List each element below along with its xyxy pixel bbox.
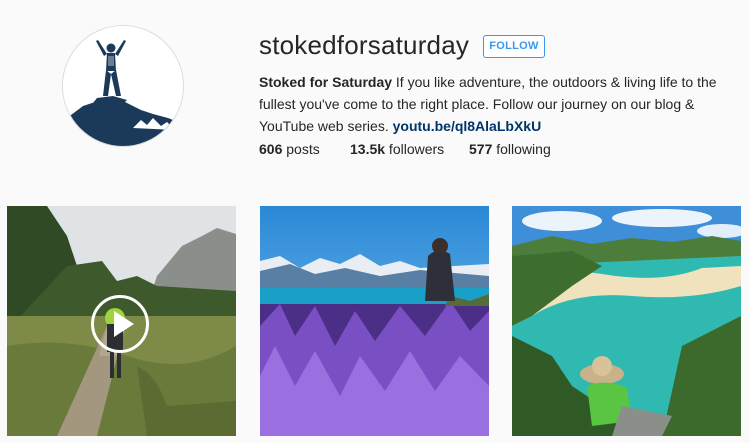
stat-followers[interactable]: 13.5k followers [350,141,444,157]
bio-name: Stoked for Saturday [259,74,393,90]
following-label: following [492,141,551,157]
post-thumbnail-hiker-boardwalk[interactable] [7,206,236,436]
post-thumbnail-lupins-lake[interactable] [260,206,489,436]
stat-following[interactable]: 577 following [469,141,551,157]
stat-posts: 606 posts [259,141,320,157]
follow-button[interactable]: FOLLOW [483,35,545,58]
profile-avatar[interactable] [62,25,184,147]
turquoise-bay-image [512,206,741,436]
bio-link[interactable]: youtu.be/ql8AlaLbXkU [393,118,542,134]
lupins-lake-image [260,206,489,436]
post-thumbnail-turquoise-bay[interactable] [512,206,741,436]
followers-count: 13.5k [350,141,386,157]
profile-bio: Stoked for Saturday If you like adventur… [259,71,734,137]
posts-count: 606 [259,141,283,157]
following-count: 577 [469,141,493,157]
hiker-summit-logo [63,26,183,146]
play-icon[interactable] [91,295,149,353]
posts-label: posts [282,141,320,157]
profile-username: stokedforsaturday [259,30,470,60]
followers-label: followers [385,141,445,157]
